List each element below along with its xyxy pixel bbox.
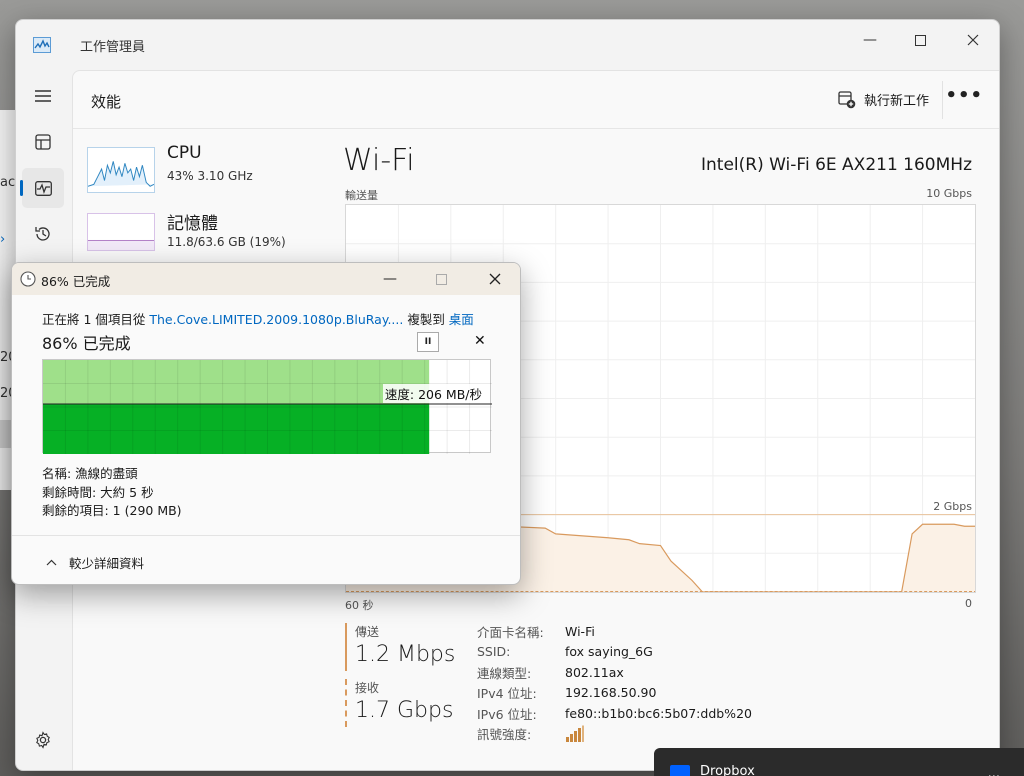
hamburger-menu-button[interactable] — [22, 76, 64, 116]
background-arrow-icon: › — [0, 232, 6, 247]
destination-link[interactable]: 桌面 — [449, 312, 474, 327]
resource-subtext: 43% 3.10 GHz — [167, 169, 253, 183]
clock-icon — [20, 271, 36, 287]
property-row: IPv6 位址: fe80::b1b0:bc6:5b07:ddb%20 — [477, 703, 752, 724]
resource-subtext: 11.8/63.6 GB (19%) — [167, 235, 286, 249]
dropbox-notification[interactable]: Dropbox ... — [654, 748, 1024, 776]
notification-app-name: Dropbox — [700, 764, 755, 776]
resource-name: CPU — [167, 143, 202, 163]
close-button[interactable] — [949, 24, 997, 56]
percent-complete: 86% 已完成 — [42, 334, 131, 353]
copy-prefix: 正在將 1 個項目從 — [42, 312, 150, 327]
x-axis-end: 0 — [965, 597, 972, 610]
processes-icon — [35, 134, 51, 150]
task-manager-logo-icon — [33, 37, 51, 53]
maximize-button[interactable] — [896, 24, 944, 56]
copy-progress-dialog: 86% 已完成 — 正在將 1 個項目從 The.Cove.LIMITED.20… — [11, 262, 521, 585]
cancel-copy-button[interactable]: ✕ — [474, 333, 486, 349]
send-stat: 傳送 1.2 Mbps — [345, 623, 455, 671]
speed-graph-canvas — [43, 360, 492, 454]
nav-settings[interactable] — [22, 720, 64, 760]
y-axis-label: 輸送量 — [345, 189, 378, 202]
resource-item-cpu[interactable]: CPU 43% 3.10 GHz — [87, 139, 327, 205]
dialog-divider — [12, 535, 520, 536]
speed-label: 速度: 206 MB/秒 — [382, 384, 484, 403]
copy-info: 名稱: 漁線的盡頭 剩餘時間: 大約 5 秒 剩餘的項目: 1 (290 MB) — [42, 465, 182, 521]
property-key: 連線類型: — [477, 665, 532, 681]
pause-button[interactable]: II — [417, 332, 439, 352]
items-remaining-line: 剩餘的項目: 1 (290 MB) — [42, 503, 182, 518]
minimize-button[interactable]: — — [846, 24, 894, 56]
property-row: IPv4 位址: 192.168.50.90 — [477, 683, 752, 704]
copy-mid: 複製到 — [403, 312, 449, 327]
property-key: IPv6 位址: — [477, 706, 537, 722]
source-link[interactable]: The.Cove.LIMITED.2009.1080p.BluRay.... — [149, 312, 403, 327]
property-value: 802.11ax — [565, 664, 624, 680]
window-title: 工作管理員 — [80, 40, 146, 55]
property-row: 介面卡名稱: Wi-Fi — [477, 621, 752, 642]
signal-strength-icon — [566, 725, 584, 742]
property-key: SSID: — [477, 644, 511, 660]
adapter-properties: 介面卡名稱: Wi-Fi SSID: fox saying_6G 連線類型: 802.… — [477, 621, 752, 744]
more-options-button[interactable]: ••• — [945, 85, 983, 106]
cpu-sparkline — [87, 147, 155, 193]
fewer-details-label: 較少詳細資料 — [69, 556, 145, 571]
property-key: 訊號強度: — [477, 727, 532, 743]
nav-app-history[interactable] — [22, 214, 64, 254]
run-new-task-button[interactable]: 執行新工作 — [838, 90, 929, 109]
dialog-title: 86% 已完成 — [41, 274, 111, 289]
resource-title: Wi-Fi — [343, 143, 415, 178]
send-label: 傳送 — [355, 625, 380, 639]
nav-processes[interactable] — [22, 122, 64, 162]
title-bar: 工作管理員 — — [16, 20, 999, 70]
header-divider — [942, 81, 943, 119]
speed-area — [43, 404, 430, 454]
maximize-icon — [914, 34, 926, 46]
transfer-speed-graph: 速度: 206 MB/秒 — [42, 359, 492, 454]
resource-name: 記憶體 — [167, 214, 218, 234]
send-value: 1.2 Mbps — [355, 642, 456, 667]
maximize-icon — [435, 273, 447, 285]
hamburger-icon — [35, 90, 51, 102]
run-new-task-label: 執行新工作 — [863, 94, 929, 109]
memory-sparkline — [87, 213, 155, 251]
app-history-icon — [35, 227, 50, 241]
y-axis-max: 10 Gbps — [926, 187, 972, 200]
copy-description: 正在將 1 個項目從 The.Cove.LIMITED.2009.1080p.B… — [42, 309, 474, 328]
property-value: fox saying_6G — [565, 644, 653, 660]
x-axis-start: 60 秒 — [345, 599, 374, 612]
file-name-line: 名稱: 漁線的盡頭 — [42, 466, 138, 481]
receive-value: 1.7 Gbps — [355, 698, 454, 723]
adapter-name: Intel(R) Wi-Fi 6E AX211 160MHz — [701, 155, 972, 175]
close-icon — [489, 273, 501, 285]
dialog-close-button[interactable] — [471, 265, 519, 293]
content-header: 效能 執行新工作 ••• — [73, 71, 999, 129]
scale-line-label: 2 Gbps — [933, 500, 972, 513]
dialog-title-bar: 86% 已完成 — — [12, 263, 520, 295]
fewer-details-button[interactable]: 較少詳細資料 — [46, 553, 144, 572]
property-value: fe80::b1b0:bc6:5b07:ddb%20 — [565, 705, 752, 721]
page-title: 效能 — [91, 93, 122, 111]
property-key: 介面卡名稱: — [477, 624, 544, 640]
property-key: IPv4 位址: — [477, 686, 537, 702]
chevron-up-icon — [46, 559, 57, 566]
dialog-maximize-button — [417, 265, 465, 293]
run-new-task-icon — [838, 90, 856, 108]
property-value: Wi-Fi — [565, 623, 595, 639]
performance-icon — [34, 180, 52, 196]
notification-more-button[interactable]: ... — [988, 766, 1000, 776]
property-row: SSID: fox saying_6G — [477, 642, 752, 663]
receive-stat: 接收 1.7 Gbps — [345, 679, 453, 727]
property-value: 192.168.50.90 — [565, 685, 657, 701]
dropbox-icon — [670, 765, 690, 776]
time-remaining-line: 剩餘時間: 大約 5 秒 — [42, 484, 154, 500]
property-row: 連線類型: 802.11ax — [477, 662, 752, 683]
settings-icon — [36, 731, 50, 749]
close-icon — [967, 34, 979, 46]
receive-label: 接收 — [355, 681, 380, 695]
dialog-minimize-button[interactable]: — — [366, 265, 414, 293]
resource-list: CPU 43% 3.10 GHz 記憶體 11.8/63.6 GB (19%) — [87, 139, 327, 271]
property-row: 訊號強度: — [477, 724, 752, 745]
nav-performance[interactable] — [20, 168, 64, 208]
